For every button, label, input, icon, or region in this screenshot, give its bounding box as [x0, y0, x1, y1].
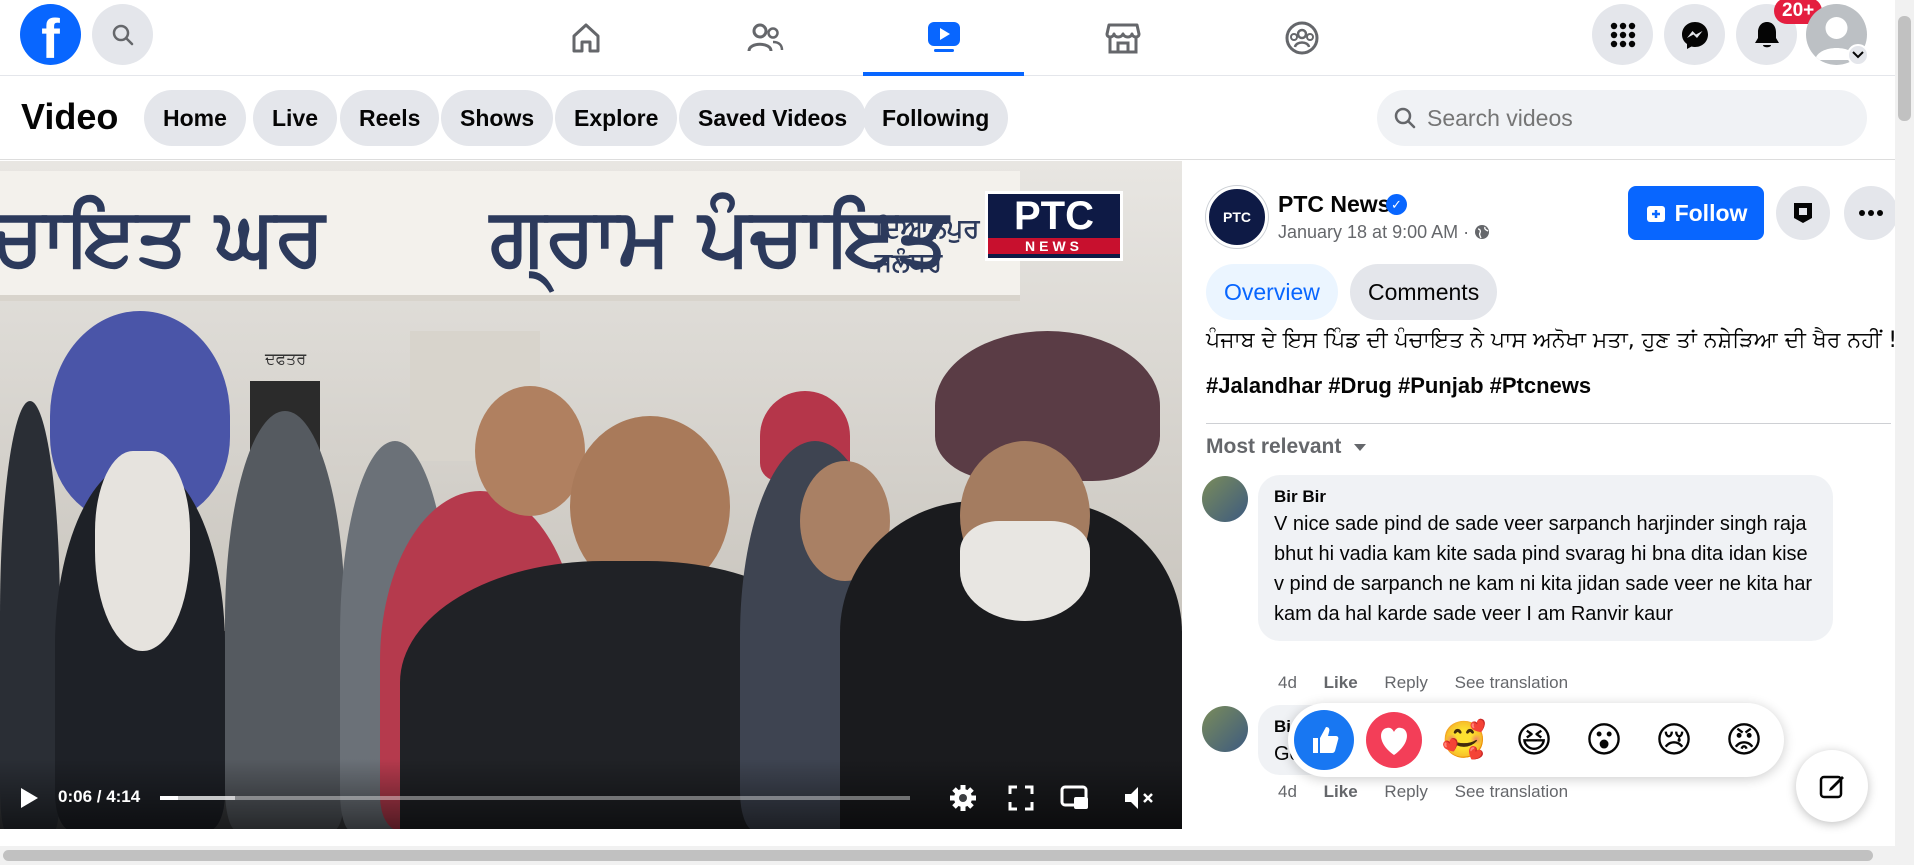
follow-button[interactable]: Follow: [1628, 186, 1764, 240]
video-tab-saved-videos[interactable]: Saved Videos: [679, 90, 867, 146]
comment-reply-button[interactable]: Reply: [1384, 782, 1427, 801]
video-face: [475, 386, 585, 516]
video-beard: [95, 451, 190, 651]
fullscreen-icon[interactable]: [1004, 781, 1038, 815]
marketplace-icon: [1105, 23, 1140, 54]
see-translation-link[interactable]: See translation: [1455, 782, 1568, 801]
sign-text-small: ਦਿਆਲਪੁਰ ਜਲੰਧਰ: [875, 213, 980, 277]
bell-icon: [1754, 21, 1779, 47]
more-dots-icon: [1859, 210, 1883, 216]
facebook-logo-icon[interactable]: f: [20, 4, 81, 65]
love-reaction-icon[interactable]: [1364, 710, 1424, 770]
friends-icon: [747, 23, 783, 52]
video-header-bar: Video Home Live Reels Shows Explore Save…: [0, 76, 1895, 160]
chevron-down-icon[interactable]: [1847, 44, 1869, 66]
video-tab-live[interactable]: Live: [253, 90, 338, 146]
care-reaction-icon[interactable]: 🥰: [1434, 710, 1494, 770]
comment-text: V nice sade pind de sade veer sarpanch h…: [1274, 513, 1813, 625]
home-icon: [572, 23, 599, 53]
post-date[interactable]: January 18 at 9:00 AM ·: [1278, 222, 1490, 243]
new-message-button[interactable]: [1796, 750, 1868, 822]
comment-bubble: Bir Bir V nice sade pind de sade veer sa…: [1258, 475, 1833, 641]
horizontal-scrollbar[interactable]: [0, 846, 1895, 865]
settings-icon[interactable]: [946, 781, 980, 815]
picture-in-picture-icon[interactable]: [1058, 781, 1092, 815]
save-video-button[interactable]: [1776, 186, 1830, 240]
play-icon[interactable]: [12, 781, 46, 815]
vertical-scrollbar[interactable]: [1895, 0, 1914, 865]
nav-marketplace-tab[interactable]: [1042, 0, 1203, 76]
video-controls: 0:06 / 4:14: [0, 759, 1182, 829]
video-player[interactable]: ਚਾਇਤ ਘਰ ਗ੍ਰਾਮ ਪੰਚਾਇਤ ਦਿਆਲਪੁਰ ਜਲੰਧਰ ਦਫਤਰ …: [0, 161, 1182, 829]
video-played: [160, 796, 178, 800]
angry-reaction-icon[interactable]: 😡: [1714, 710, 1774, 770]
scrollbar-thumb[interactable]: [3, 850, 1873, 861]
nav-friends-tab[interactable]: [684, 0, 845, 76]
video-tab-shows[interactable]: Shows: [441, 90, 554, 146]
follow-page-icon: [1646, 206, 1665, 222]
commenter-avatar[interactable]: [1202, 706, 1248, 752]
see-translation-link[interactable]: See translation: [1455, 673, 1568, 692]
comment-reply-button[interactable]: Reply: [1384, 673, 1427, 692]
divider: [1206, 423, 1891, 424]
video-search-input[interactable]: [1427, 104, 1847, 132]
commenter-name[interactable]: Bir Bir: [1274, 487, 1817, 507]
sign-text-left: ਚਾਇਤ ਘਰ: [0, 189, 325, 283]
video-signboard: ਚਾਇਤ ਘਰ ਗ੍ਰਾਮ ਪੰਚਾਇਤ ਦਿਆਲਪੁਰ ਜਲੰਧਰ: [0, 171, 1020, 301]
bookmark-shield-icon: [1794, 203, 1812, 223]
commenter-avatar[interactable]: [1202, 476, 1248, 522]
nav-home-tab[interactable]: [505, 0, 666, 76]
comment-like-button[interactable]: Like: [1324, 673, 1358, 692]
globe-icon: [1475, 225, 1490, 239]
mute-icon[interactable]: [1122, 781, 1156, 815]
video-timestamp: 0:06 / 4:14: [58, 787, 141, 806]
comment-time[interactable]: 4d: [1278, 782, 1297, 801]
comment-actions: 4d Like Reply See translation: [1278, 782, 1590, 802]
reactions-picker: 🥰 😆 😮 😢 😡: [1288, 703, 1784, 777]
top-navigation: f 20+: [0, 0, 1895, 76]
tab-comments[interactable]: Comments: [1350, 264, 1498, 320]
messenger-icon[interactable]: [1664, 4, 1725, 65]
sad-reaction-icon[interactable]: 😢: [1644, 710, 1704, 770]
page-avatar[interactable]: PTC: [1206, 186, 1268, 248]
comment-actions: 4d Like Reply See translation: [1278, 673, 1590, 693]
video-tab-reels[interactable]: Reels: [340, 90, 440, 146]
video-search-box[interactable]: [1377, 90, 1867, 146]
office-label: ਦਫਤਰ: [265, 351, 307, 368]
like-reaction-icon[interactable]: [1294, 710, 1354, 770]
page-name[interactable]: PTC News: [1278, 191, 1390, 218]
post-caption: ਪੰਜਾਬ ਦੇ ਇਸ ਪਿੰਡ ਦੀ ਪੰਚਾਇਤ ਨੇ ਪਾਸ ਅਨੋਖਾ …: [1206, 328, 1895, 353]
video-progress-bar[interactable]: [160, 796, 910, 800]
more-options-button[interactable]: [1844, 186, 1895, 240]
tab-overview[interactable]: Overview: [1206, 264, 1338, 320]
nav-groups-tab[interactable]: [1221, 0, 1382, 76]
verified-badge-icon: ✓: [1386, 194, 1407, 215]
video-tab-explore[interactable]: Explore: [555, 90, 678, 146]
video-beard: [960, 521, 1090, 621]
post-hashtags[interactable]: #Jalandhar #Drug #Punjab #Ptcnews: [1206, 373, 1591, 399]
nav-video-tab[interactable]: [863, 0, 1024, 76]
scrollbar-thumb[interactable]: [1898, 16, 1911, 121]
groups-icon: [1285, 21, 1318, 55]
caret-down-icon: [1354, 444, 1367, 451]
ptc-news-logo: PTC NEWS: [985, 191, 1123, 261]
haha-reaction-icon[interactable]: 😆: [1504, 710, 1564, 770]
page-title: Video: [21, 96, 119, 137]
video-tab-home[interactable]: Home: [144, 90, 246, 146]
comment-sort-dropdown[interactable]: Most relevant: [1206, 435, 1367, 459]
search-icon: [1394, 107, 1416, 129]
wow-reaction-icon[interactable]: 😮: [1574, 710, 1634, 770]
comment-like-button[interactable]: Like: [1324, 782, 1358, 801]
search-icon[interactable]: [92, 4, 153, 65]
compose-icon: [1819, 775, 1844, 799]
watch-icon: [927, 22, 960, 52]
comment-time[interactable]: 4d: [1278, 673, 1297, 692]
video-tab-following[interactable]: Following: [863, 90, 1009, 146]
menu-grid-icon[interactable]: [1592, 4, 1653, 65]
